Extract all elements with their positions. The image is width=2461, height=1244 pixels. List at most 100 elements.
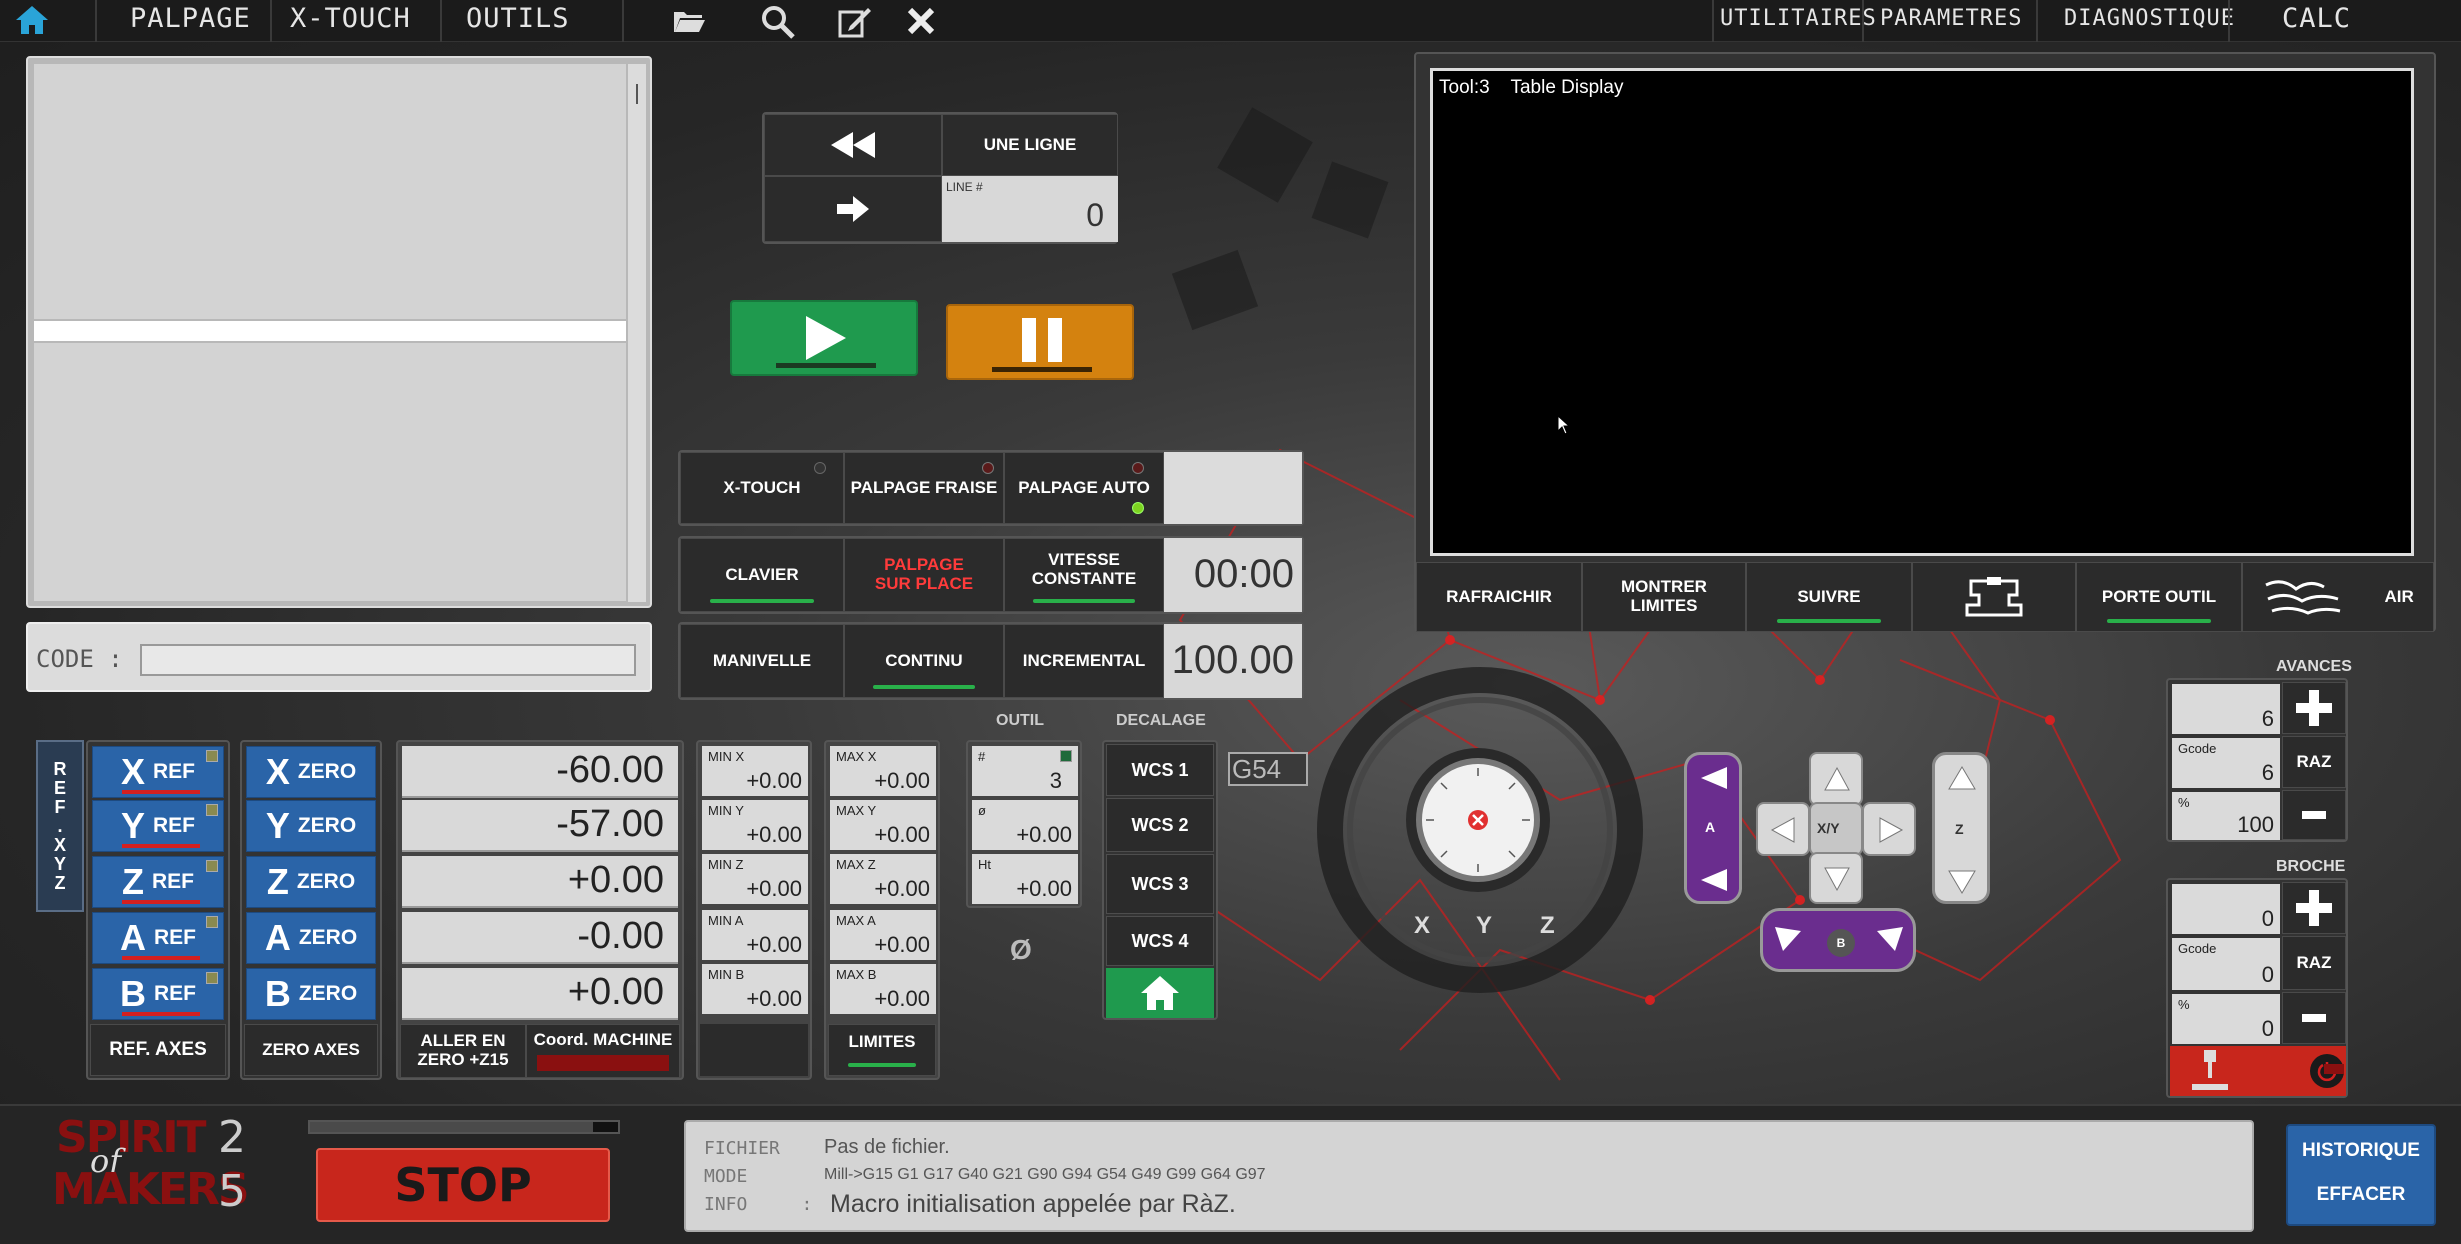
b-ref-button[interactable]: B REF bbox=[92, 968, 224, 1020]
tool-diameter-field[interactable]: ø +0.00 bbox=[972, 800, 1078, 850]
menu-diagnostique[interactable]: DIAGNOSTIQUE bbox=[2064, 6, 2235, 31]
a-ref-button[interactable]: A REF bbox=[92, 912, 224, 964]
rafraichir-button[interactable]: RAFRAICHIR bbox=[1416, 562, 1582, 632]
x-zero-button[interactable]: X ZERO bbox=[246, 746, 376, 798]
search-icon[interactable] bbox=[760, 4, 796, 45]
tool-height-field[interactable]: Ht +0.00 bbox=[972, 854, 1078, 904]
y-dro[interactable]: -57.00 bbox=[402, 800, 678, 852]
air-button[interactable]: AIR bbox=[2242, 562, 2434, 632]
spindle-percent-field[interactable]: % 0 bbox=[2172, 994, 2280, 1044]
jog-y-minus-button[interactable] bbox=[1809, 852, 1863, 904]
min-y-field[interactable]: MIN Y +0.00 bbox=[702, 800, 808, 850]
stop-button[interactable]: STOP bbox=[316, 1148, 610, 1222]
line-number-field[interactable]: LINE # 0 bbox=[942, 176, 1118, 242]
effacer-button[interactable]: EFFACER bbox=[2288, 1184, 2434, 1206]
menu-x-touch[interactable]: X-TOUCH bbox=[290, 3, 411, 34]
max-y-field[interactable]: MAX Y +0.00 bbox=[830, 800, 936, 850]
palpage-fraise-button[interactable]: PALPAGE FRAISE bbox=[844, 452, 1004, 524]
z-ref-button[interactable]: Z REF bbox=[92, 856, 224, 908]
wcs3-button[interactable]: WCS 3 bbox=[1106, 854, 1214, 914]
ref-axes-button[interactable]: REF. AXES bbox=[90, 1024, 226, 1076]
vitesse-constante-button[interactable]: VITESSE CONSTANTE bbox=[1004, 538, 1164, 612]
mpg-y-label[interactable]: Y bbox=[1476, 912, 1492, 940]
open-folder-icon[interactable] bbox=[672, 8, 706, 39]
jog-x-minus-button[interactable] bbox=[1756, 802, 1810, 856]
a-dro[interactable]: -0.00 bbox=[402, 912, 678, 964]
feed-minus-button[interactable] bbox=[2282, 790, 2346, 840]
wcs4-button[interactable]: WCS 4 bbox=[1106, 916, 1214, 966]
edit-icon[interactable] bbox=[838, 6, 872, 43]
menu-utilitaires[interactable]: UTILITAIRES bbox=[1720, 6, 1877, 31]
historique-button[interactable]: HISTORIQUE bbox=[2288, 1140, 2434, 1162]
menu-calc[interactable]: CALC bbox=[2282, 3, 2351, 34]
feed-raz-button[interactable]: RAZ bbox=[2282, 736, 2346, 788]
mdi-input[interactable] bbox=[140, 644, 636, 676]
gcode-scrollbar[interactable] bbox=[628, 64, 646, 602]
min-x-field[interactable]: MIN X +0.00 bbox=[702, 746, 808, 796]
jog-b-minus-button[interactable] bbox=[1773, 925, 1803, 958]
min-a-field[interactable]: MIN A +0.00 bbox=[702, 910, 808, 960]
limites-button[interactable]: LIMITES bbox=[828, 1024, 936, 1076]
max-z-field[interactable]: MAX Z +0.00 bbox=[830, 854, 936, 904]
mpg-z-label[interactable]: Z bbox=[1540, 912, 1555, 940]
max-b-field[interactable]: MAX B +0.00 bbox=[830, 964, 936, 1014]
jog-z-minus-button[interactable] bbox=[1947, 869, 1977, 900]
porte-outil-button[interactable]: PORTE OUTIL bbox=[2076, 562, 2242, 632]
zero-axes-button[interactable]: ZERO AXES bbox=[244, 1024, 378, 1076]
b-dro[interactable]: +0.00 bbox=[402, 968, 678, 1020]
vise-button[interactable] bbox=[1912, 562, 2076, 632]
x-ref-button[interactable]: X REF bbox=[92, 746, 224, 798]
jog-y-plus-button[interactable] bbox=[1809, 752, 1863, 806]
tool-number-field[interactable]: #3 bbox=[972, 746, 1078, 796]
jog-z-plus-button[interactable] bbox=[1947, 765, 1977, 796]
coord-machine-button[interactable]: Coord. MACHINE bbox=[526, 1024, 680, 1078]
spindle-plus-button[interactable] bbox=[2282, 882, 2346, 934]
jog-rate-display[interactable]: 100.00 bbox=[1164, 624, 1302, 698]
aller-en-zero-button[interactable]: ALLER EN ZERO +Z15 bbox=[400, 1024, 526, 1078]
feed-hold-button[interactable] bbox=[946, 304, 1134, 380]
spindle-minus-button[interactable] bbox=[2282, 992, 2346, 1044]
manivelle-button[interactable]: MANIVELLE bbox=[680, 624, 844, 698]
menu-parametres[interactable]: PARAMETRES bbox=[1880, 6, 2022, 31]
go-home-button[interactable] bbox=[1106, 968, 1214, 1018]
min-z-field[interactable]: MIN Z +0.00 bbox=[702, 854, 808, 904]
feed-percent-field[interactable]: % 100 bbox=[2172, 792, 2280, 840]
wcs2-button[interactable]: WCS 2 bbox=[1106, 798, 1214, 852]
rewind-button[interactable] bbox=[764, 114, 942, 176]
suivre-button[interactable]: SUIVRE bbox=[1746, 562, 1912, 632]
jog-x-plus-button[interactable] bbox=[1862, 802, 1916, 856]
wcs1-button[interactable]: WCS 1 bbox=[1106, 744, 1214, 796]
y-zero-button[interactable]: Y ZERO bbox=[246, 800, 376, 852]
single-line-button[interactable]: UNE LIGNE bbox=[942, 114, 1118, 176]
mpg-x-label[interactable]: X bbox=[1414, 912, 1430, 940]
spindle-raz-button[interactable]: RAZ bbox=[2282, 936, 2346, 990]
ref-all-button[interactable]: REF.XYZ bbox=[36, 740, 84, 912]
palpage-sur-place-button[interactable]: PALPAGE SUR PLACE bbox=[844, 538, 1004, 612]
montrer-limites-button[interactable]: MONTRER LIMITES bbox=[1582, 562, 1746, 632]
feed-plus-button[interactable] bbox=[2282, 682, 2346, 734]
run-from-line-button[interactable] bbox=[764, 176, 942, 242]
spindle-toggle-button[interactable] bbox=[2170, 1046, 2346, 1096]
clavier-button[interactable]: CLAVIER bbox=[680, 538, 844, 612]
max-a-field[interactable]: MAX A +0.00 bbox=[830, 910, 936, 960]
toolpath-display[interactable]: Tool:3 Table Display bbox=[1430, 68, 2414, 556]
cycle-start-button[interactable] bbox=[730, 300, 918, 376]
menu-outils[interactable]: OUTILS bbox=[466, 3, 570, 34]
b-zero-button[interactable]: B ZERO bbox=[246, 968, 376, 1020]
a-zero-button[interactable]: A ZERO bbox=[246, 912, 376, 964]
max-x-field[interactable]: MAX X +0.00 bbox=[830, 746, 936, 796]
y-ref-button[interactable]: Y REF bbox=[92, 800, 224, 852]
mpg-handwheel[interactable] bbox=[1416, 758, 1540, 882]
jog-b-plus-button[interactable] bbox=[1875, 925, 1905, 958]
x-dro[interactable]: -60.00 bbox=[402, 746, 678, 798]
z-zero-button[interactable]: Z ZERO bbox=[246, 856, 376, 908]
home-icon[interactable] bbox=[14, 4, 50, 41]
menu-palpage[interactable]: PALPAGE bbox=[130, 3, 251, 34]
gcode-viewer[interactable] bbox=[26, 56, 652, 608]
continu-button[interactable]: CONTINU bbox=[844, 624, 1004, 698]
z-dro[interactable]: +0.00 bbox=[402, 856, 678, 908]
incremental-button[interactable]: INCREMENTAL bbox=[1004, 624, 1164, 698]
jog-a-plus-button[interactable] bbox=[1699, 765, 1729, 796]
close-icon[interactable] bbox=[906, 6, 936, 41]
min-b-field[interactable]: MIN B +0.00 bbox=[702, 964, 808, 1014]
